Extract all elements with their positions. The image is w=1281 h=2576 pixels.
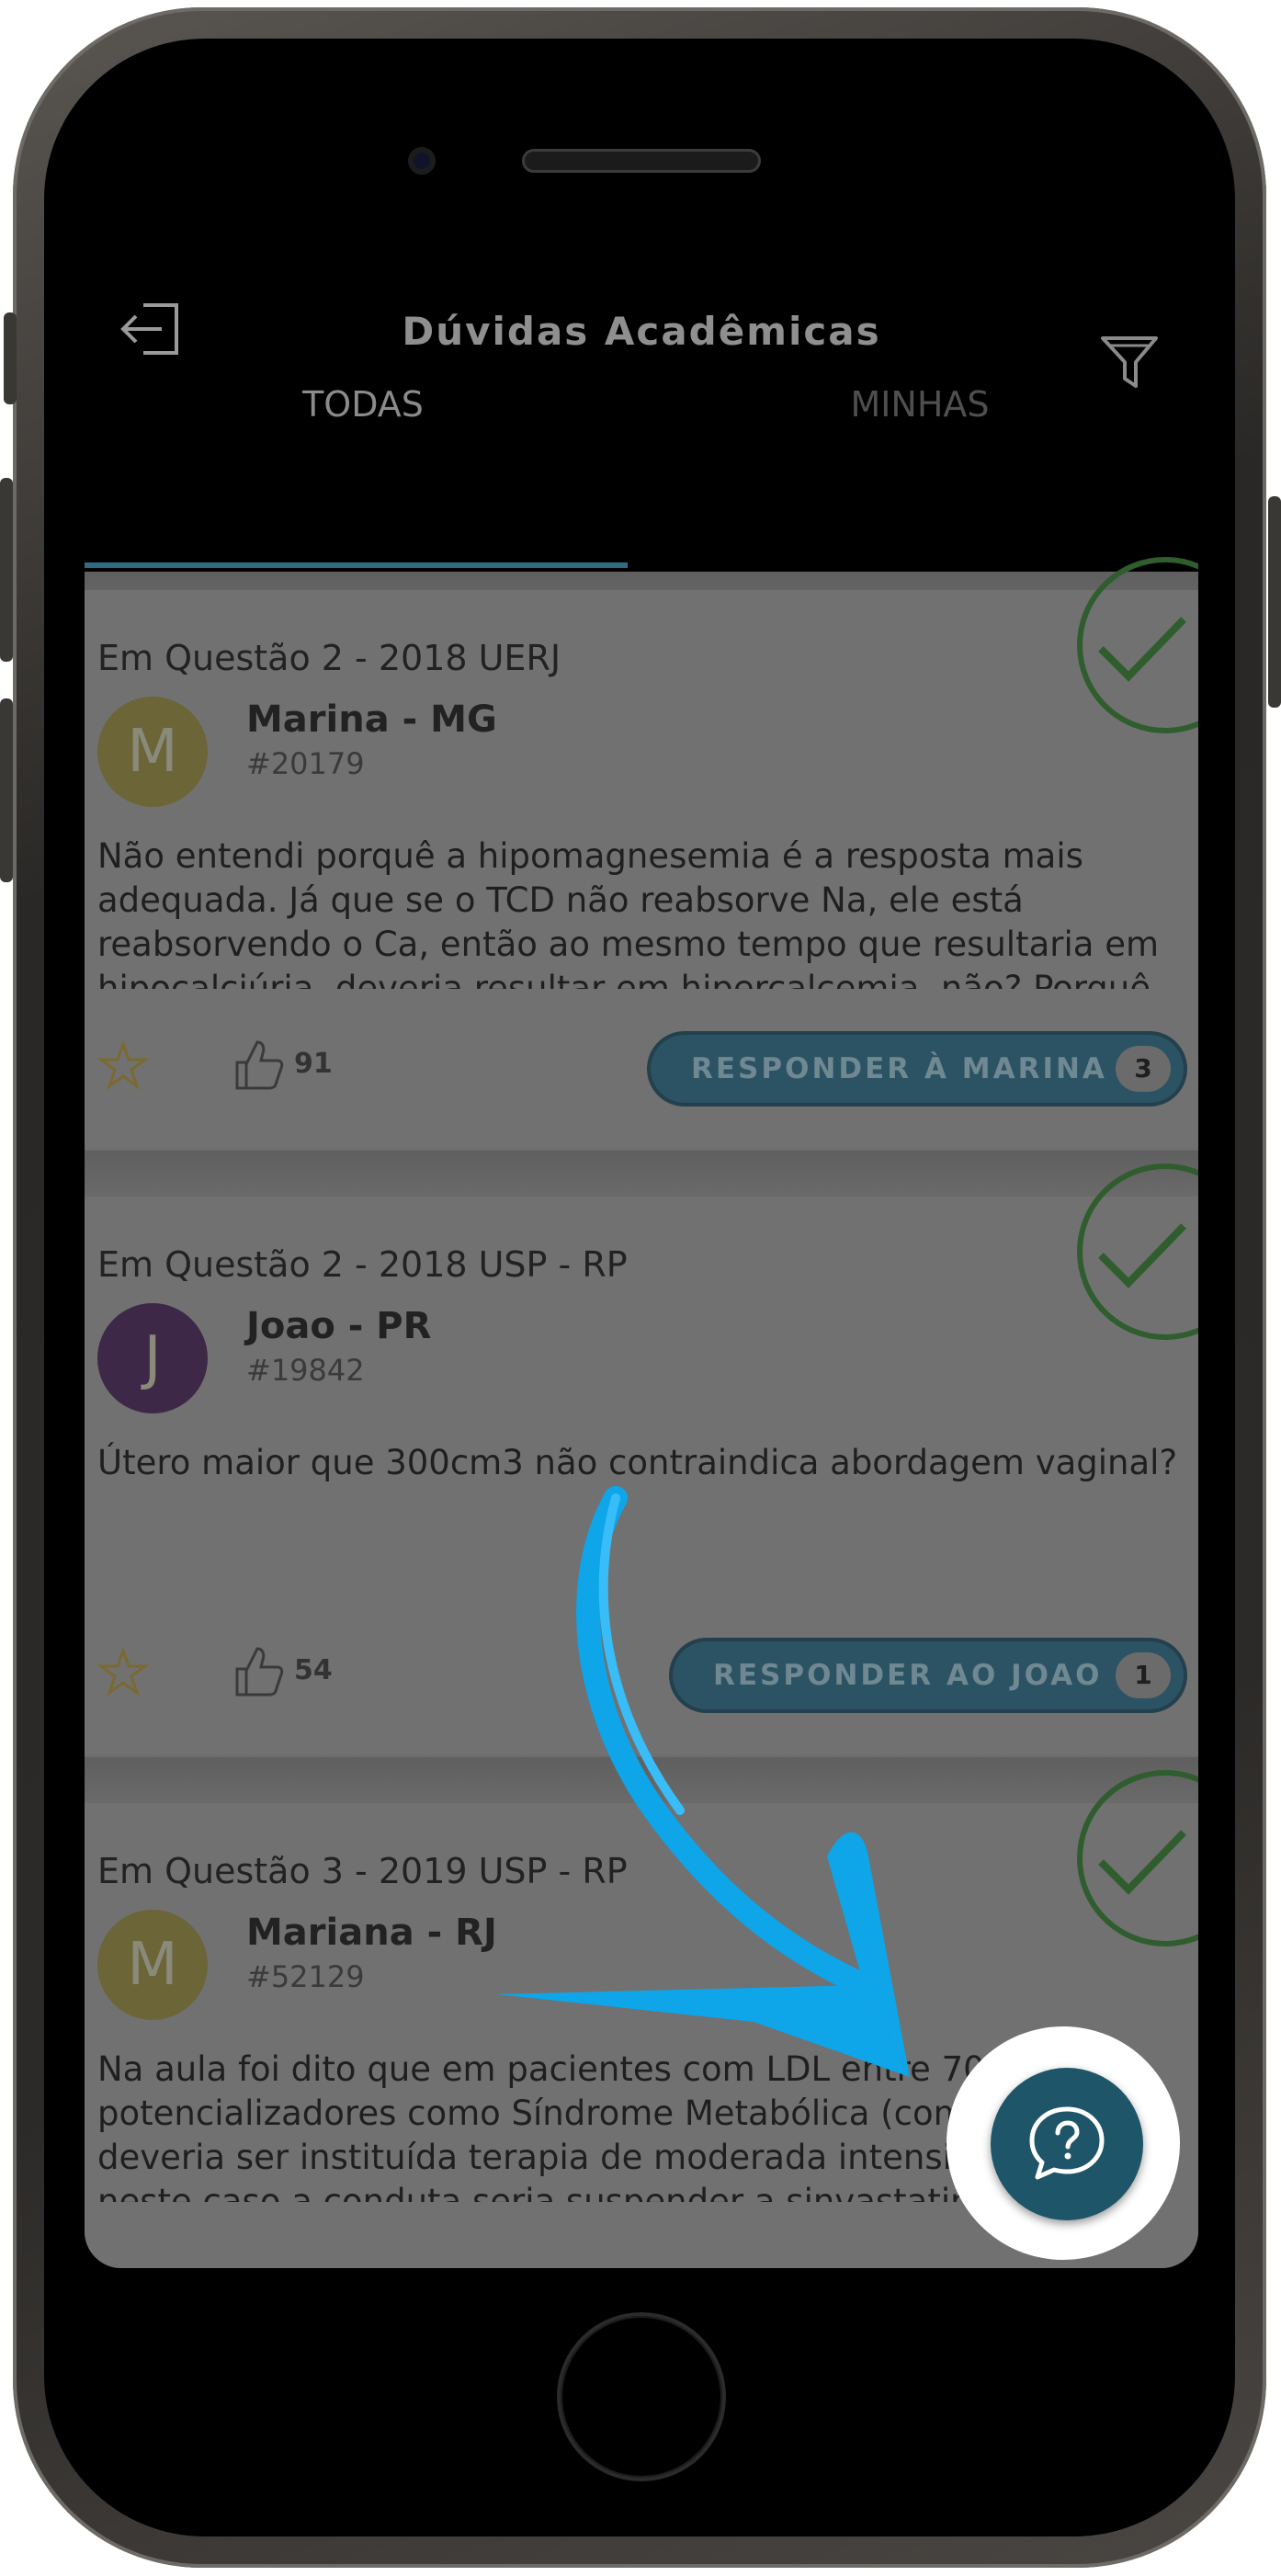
question-card[interactable]: Em Questão 2 - 2018 USP - RP J Joao - PR…: [85, 1163, 1198, 1755]
like-count: 54: [294, 1654, 333, 1686]
question-text[interactable]: Não entendi porquê a hipomagnesemia é a …: [97, 834, 1182, 989]
question-text[interactable]: Útero maior que 300cm3 não contraindica …: [97, 1441, 1182, 1595]
reply-label: RESPONDER AO JOAO: [713, 1659, 1103, 1692]
front-camera: [408, 147, 436, 175]
author-name: Marina - MG: [246, 698, 497, 741]
card-divider: [85, 1757, 1198, 1803]
thumbs-up-icon[interactable]: [232, 1038, 285, 1092]
author-id: #19842: [246, 1353, 365, 1388]
author-id: #52129: [246, 1959, 365, 1994]
tab-todas[interactable]: TODAS: [85, 364, 641, 445]
reply-count-badge: 1: [1116, 1652, 1171, 1698]
active-tab-indicator: [85, 562, 628, 568]
star-icon[interactable]: [97, 1040, 149, 1092]
ask-question-button[interactable]: [991, 2068, 1143, 2220]
avatar: J: [97, 1303, 208, 1413]
check-icon: [1098, 617, 1186, 682]
reply-button[interactable]: RESPONDER AO JOAO 1: [673, 1641, 1184, 1709]
volume-down-button: [0, 698, 13, 882]
earpiece-speaker: [522, 149, 761, 173]
thumbs-up-icon[interactable]: [232, 1645, 285, 1698]
check-icon: [1098, 1223, 1186, 1288]
app-header: Dúvidas Acadêmicas TODAS MINHAS: [85, 296, 1198, 572]
reply-count-badge: 3: [1116, 1046, 1171, 1092]
power-button: [1268, 496, 1281, 708]
tab-minhas[interactable]: MINHAS: [641, 364, 1198, 445]
avatar: M: [97, 1910, 208, 2020]
page-title: Dúvidas Acadêmicas: [402, 309, 881, 354]
question-context: Em Questão 3 - 2019 USP - RP: [97, 1851, 628, 1891]
chat-question-icon: [1029, 2106, 1105, 2180]
question-context: Em Questão 2 - 2018 USP - RP: [97, 1244, 628, 1285]
app-screen: Dúvidas Acadêmicas TODAS MINHAS Em Quest…: [85, 296, 1198, 2268]
author-name: Mariana - RJ: [246, 1912, 497, 1954]
mute-switch: [4, 312, 17, 404]
volume-up-button: [0, 478, 13, 662]
author-name: Joao - PR: [246, 1305, 432, 1347]
card-divider: [85, 1151, 1198, 1197]
check-icon: [1098, 1830, 1186, 1895]
reply-label: RESPONDER À MARINA: [691, 1052, 1107, 1085]
reply-button[interactable]: RESPONDER À MARINA 3: [651, 1035, 1184, 1103]
home-button[interactable]: [561, 2316, 722, 2478]
question-context: Em Questão 2 - 2018 UERJ: [97, 638, 561, 678]
avatar: M: [97, 697, 208, 807]
author-id: #20179: [246, 746, 365, 781]
like-count: 91: [294, 1048, 333, 1080]
question-card[interactable]: Em Questão 2 - 2018 UERJ M Marina - MG #…: [85, 557, 1198, 1149]
star-icon[interactable]: [97, 1647, 149, 1698]
